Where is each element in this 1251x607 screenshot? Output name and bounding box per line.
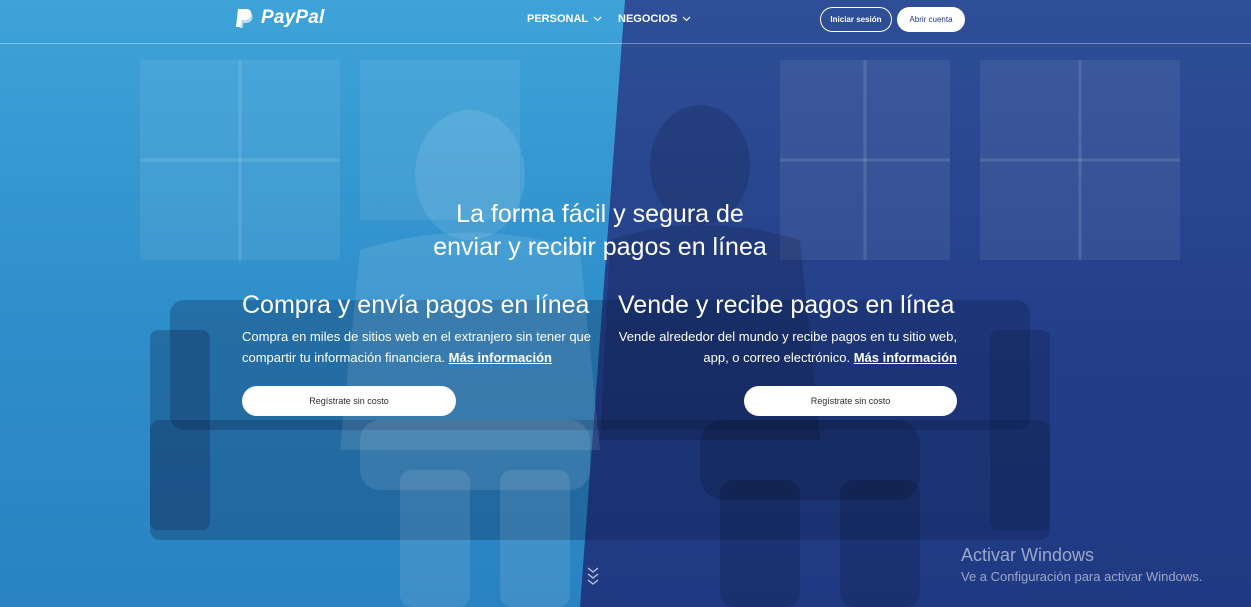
double-chevron-down-icon[interactable]	[586, 566, 600, 588]
sell-signup-button[interactable]: Regístrate sin costo	[744, 386, 957, 416]
sell-section-description: Vende alrededor del mundo y recibe pagos…	[612, 326, 957, 368]
paypal-logo-icon	[236, 9, 253, 28]
brand-name: PayPal	[261, 7, 325, 28]
buy-signup-button[interactable]: Regístrate sin costo	[242, 386, 456, 416]
watermark-subtitle: Ve a Configuración para activar Windows.	[961, 569, 1203, 584]
sell-more-info-link[interactable]: Más información	[854, 350, 957, 365]
buy-section-description: Compra en miles de sitios web en el extr…	[242, 326, 602, 368]
buy-section-title: Compra y envía pagos en línea	[242, 291, 590, 319]
hero-headline-line-2: enviar y recibir pagos en línea	[433, 233, 767, 261]
chevron-down-icon	[682, 16, 691, 22]
paypal-logo[interactable]: PayPal	[233, 7, 325, 29]
login-button[interactable]: Iniciar sesión	[820, 7, 892, 32]
top-navigation-bar: PayPal PERSONAL NEGOCIOS Iniciar sesión …	[0, 0, 1251, 44]
sell-section-title: Vende y recibe pagos en línea	[618, 291, 955, 319]
watermark-title: Activar Windows	[961, 545, 1095, 565]
chevron-down-icon	[593, 16, 602, 22]
nav-item-personal-label: PERSONAL	[527, 13, 589, 25]
hero-headline-line-1: La forma fácil y segura de	[456, 200, 744, 228]
nav-item-negocios-label: NEGOCIOS	[618, 13, 678, 25]
buy-more-info-link[interactable]: Más información	[449, 350, 552, 365]
nav-item-personal[interactable]: PERSONAL	[527, 13, 602, 25]
hero-section: PayPal PERSONAL NEGOCIOS Iniciar sesión …	[0, 0, 1251, 607]
nav-item-negocios[interactable]: NEGOCIOS	[618, 13, 691, 25]
windows-activation-watermark: Activar Windows Ve a Configuración para …	[961, 544, 1202, 586]
open-account-button[interactable]: Abrir cuenta	[897, 7, 965, 32]
hero-headline: La forma fácil y segura de enviar y reci…	[400, 198, 800, 264]
